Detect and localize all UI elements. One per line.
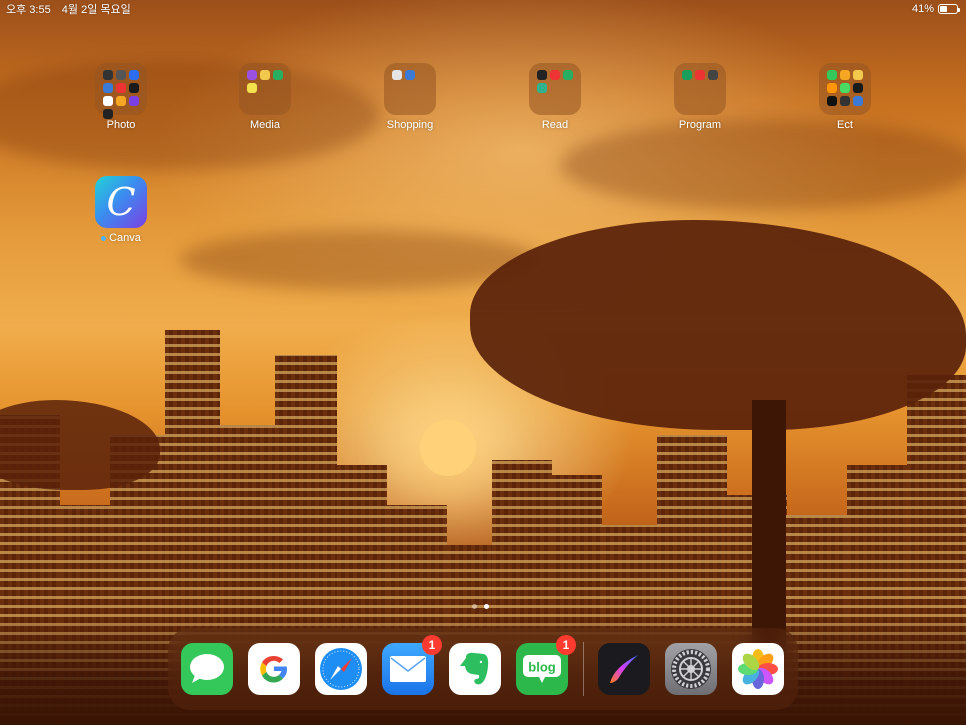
status-time: 오후 3:55 [6, 4, 51, 16]
procreate-brush-icon [610, 655, 638, 683]
page-dot-1[interactable] [472, 604, 477, 609]
page-indicator[interactable] [472, 604, 489, 609]
folder-mini-app-icon [537, 70, 547, 80]
page-dot-2[interactable] [484, 604, 489, 609]
dock: 1 blog 1 [168, 628, 798, 710]
folder-icon[interactable] [384, 63, 436, 115]
canva-icon[interactable]: C [95, 176, 147, 228]
folder-program[interactable]: Program [660, 63, 740, 131]
folder-icon[interactable] [674, 63, 726, 115]
evernote-elephant-icon [460, 652, 489, 685]
folder-mini-app-icon [853, 96, 863, 106]
folder-mini-app-icon [247, 70, 257, 80]
folder-label: Shopping [386, 119, 434, 131]
blog-badge: 1 [556, 635, 576, 655]
folder-label: Read [541, 119, 569, 131]
folder-label: Ect [837, 119, 853, 131]
photos-flower-icon [738, 649, 778, 689]
folder-mini-app-icon [260, 70, 270, 80]
dock-separator [583, 642, 584, 696]
folder-mini-app-icon [273, 70, 283, 80]
folder-icon[interactable] [529, 63, 581, 115]
folder-icon[interactable] [95, 63, 147, 119]
dock-app-settings[interactable] [665, 643, 717, 695]
wallpaper-tree-canopy [0, 400, 160, 490]
folder-mini-app-icon [392, 70, 402, 80]
folder-mini-app-icon [563, 70, 573, 80]
status-date: 4월 2일 목요일 [61, 4, 131, 16]
blog-glyph: blog [528, 660, 555, 675]
status-left: 오후 3:55 4월 2일 목요일 [6, 1, 139, 17]
new-install-dot [101, 235, 107, 241]
wallpaper-sun [420, 420, 476, 476]
battery-percent: 41% [911, 3, 934, 15]
folder-label: Media [250, 119, 280, 131]
folder-mini-app-icon [129, 96, 139, 106]
folder-mini-app-icon [827, 83, 837, 93]
battery-icon [938, 4, 960, 14]
battery-level-fill [940, 6, 947, 12]
folder-mini-app-icon [695, 70, 705, 80]
folder-mini-app-icon [827, 70, 837, 80]
folder-icon[interactable] [239, 63, 291, 115]
folder-mini-app-icon [129, 83, 139, 93]
folder-mini-app-icon [247, 83, 257, 93]
app-label: Canva [81, 232, 161, 244]
folder-label: Photo [106, 119, 136, 131]
messages-icon [190, 654, 224, 683]
folder-shopping[interactable]: Shopping [370, 63, 450, 131]
folder-mini-app-icon [708, 70, 718, 80]
folder-mini-app-icon [840, 83, 850, 93]
folder-mini-app-icon [116, 83, 126, 93]
folder-mini-app-icon [853, 70, 863, 80]
wallpaper-tree-canopy [470, 220, 966, 430]
folder-mini-app-icon [103, 109, 113, 119]
status-right: 41% [911, 3, 960, 15]
folder-read[interactable]: Read [515, 63, 595, 131]
folder-mini-app-icon [827, 96, 837, 106]
mail-badge: 1 [422, 635, 442, 655]
dock-app-google[interactable] [248, 643, 300, 695]
status-bar: 오후 3:55 4월 2일 목요일 41% [0, 0, 966, 18]
dock-app-photos[interactable] [732, 643, 784, 695]
dock-app-blog[interactable]: blog 1 [516, 635, 576, 695]
folder-mini-app-icon [103, 83, 113, 93]
folder-mini-app-icon [550, 70, 560, 80]
folder-mini-app-icon [103, 70, 113, 80]
folder-mini-app-icon [116, 70, 126, 80]
dock-app-safari[interactable] [315, 643, 367, 695]
dock-app-messages[interactable] [181, 643, 233, 695]
folder-mini-app-icon [537, 83, 547, 93]
safari-compass-icon [320, 648, 362, 690]
folder-mini-app-icon [116, 96, 126, 106]
settings-gear-icon [671, 649, 711, 689]
folder-mini-app-icon [103, 96, 113, 106]
folder-icon[interactable] [819, 63, 871, 115]
dock-app-evernote[interactable] [449, 643, 501, 695]
folder-photo[interactable]: Photo [81, 63, 161, 131]
wallpaper-cloud [560, 120, 966, 210]
folder-mini-app-icon [129, 70, 139, 80]
dock-app-mail[interactable]: 1 [382, 635, 442, 695]
folder-mini-app-icon [853, 83, 863, 93]
folder-ect[interactable]: Ect [805, 63, 885, 131]
folder-mini-app-icon [682, 70, 692, 80]
folder-media[interactable]: Media [225, 63, 305, 131]
folder-mini-app-icon [405, 70, 415, 80]
dock-app-procreate[interactable] [598, 643, 650, 695]
folder-label: Program [678, 119, 722, 131]
app-label-text: Canva [109, 232, 141, 244]
canva-glyph: C [106, 180, 136, 224]
folder-mini-app-icon [840, 70, 850, 80]
blog-speech-icon: blog [523, 655, 561, 683]
google-icon [260, 655, 287, 683]
app-canva[interactable]: C Canva [81, 176, 161, 244]
mail-envelope-icon [390, 656, 426, 682]
folder-mini-app-icon [840, 96, 850, 106]
wallpaper-cloud [0, 60, 380, 170]
